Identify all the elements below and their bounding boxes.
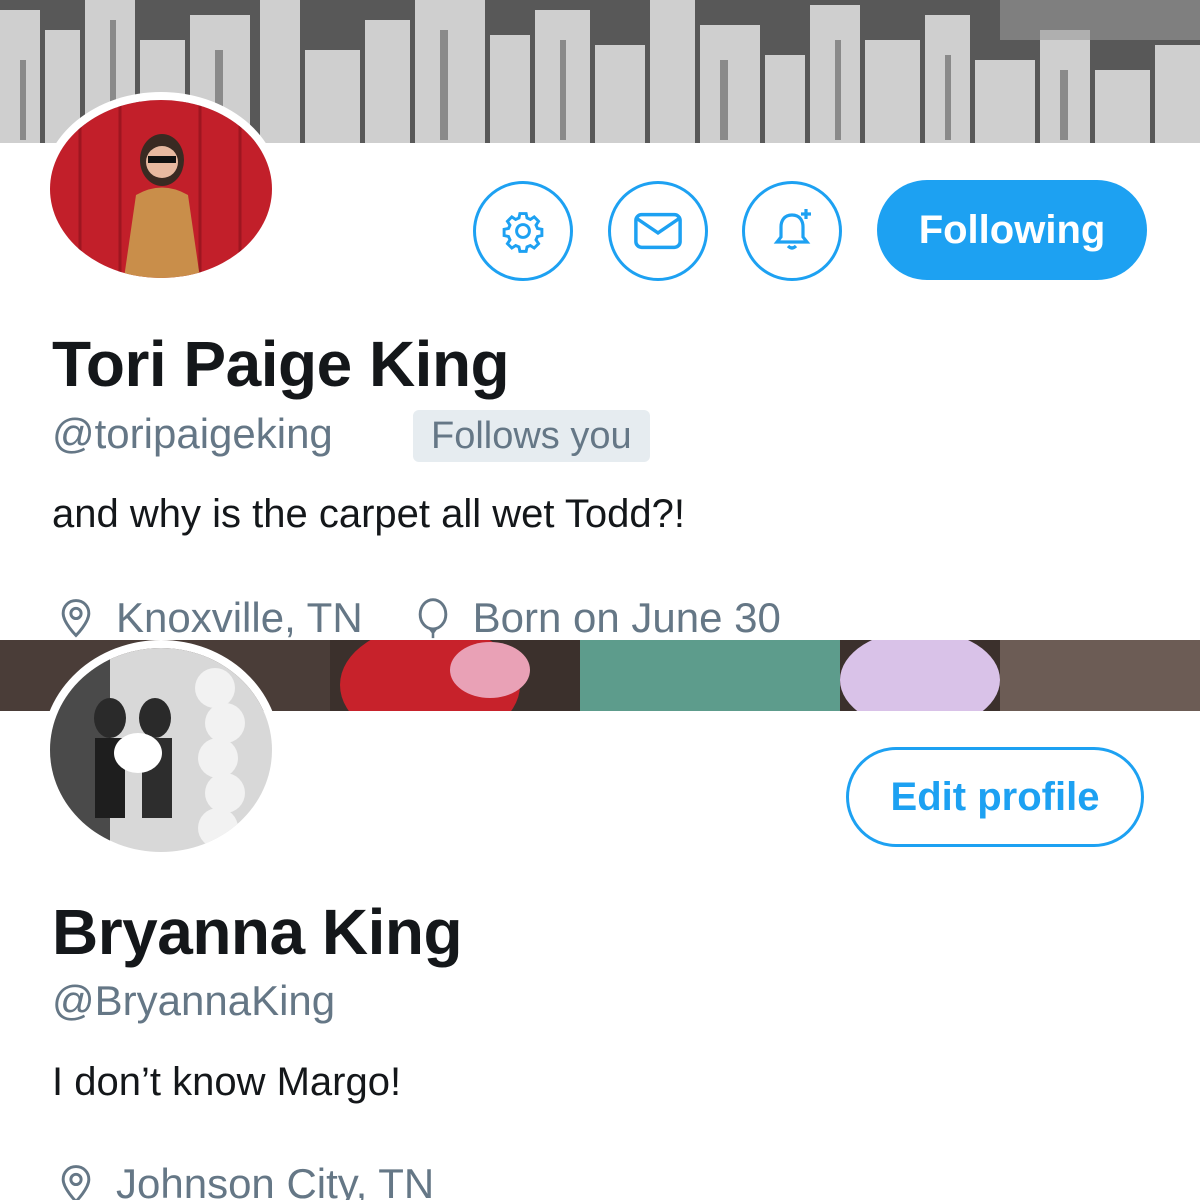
follows-you-badge: Follows you bbox=[413, 410, 650, 462]
profile-handle[interactable]: @toripaigeking bbox=[52, 410, 333, 458]
profile-card-bryanna: Edit profile Bryanna King @BryannaKing I… bbox=[0, 640, 1200, 1200]
edit-profile-button[interactable]: Edit profile bbox=[846, 747, 1144, 847]
profile-handle[interactable]: @BryannaKing bbox=[52, 977, 335, 1025]
following-button[interactable]: Following bbox=[877, 180, 1147, 280]
location-pin-icon bbox=[61, 1165, 91, 1200]
profile-avatar[interactable] bbox=[42, 92, 280, 286]
gear-icon bbox=[502, 212, 544, 253]
envelope-icon bbox=[634, 212, 682, 250]
profile-avatar[interactable] bbox=[42, 640, 280, 860]
notifications-button[interactable] bbox=[742, 181, 842, 281]
profile-location: Knoxville, TN bbox=[116, 594, 363, 640]
profile-bio: and why is the carpet all wet Todd?! bbox=[52, 492, 685, 536]
profile-meta-row: Knoxville, TN Born on June 30 bbox=[54, 594, 781, 640]
profile-location: Johnson City, TN bbox=[116, 1160, 435, 1200]
location-pin-icon bbox=[61, 599, 91, 638]
settings-button[interactable] bbox=[473, 181, 573, 281]
bell-plus-icon bbox=[773, 209, 811, 250]
message-button[interactable] bbox=[608, 181, 708, 281]
profile-meta-row: Johnson City, TN bbox=[54, 1160, 434, 1200]
balloon-icon bbox=[418, 598, 447, 639]
profile-name: Tori Paige King bbox=[52, 328, 510, 400]
profile-birthday: Born on June 30 bbox=[472, 594, 781, 640]
profile-name: Bryanna King bbox=[52, 896, 463, 968]
profile-card-tori: Following Tori Paige King @toripaigeking… bbox=[0, 0, 1200, 640]
avatar-photo bbox=[50, 100, 272, 278]
avatar-photo bbox=[50, 648, 272, 852]
profile-bio: I don’t know Margo! bbox=[52, 1060, 402, 1104]
